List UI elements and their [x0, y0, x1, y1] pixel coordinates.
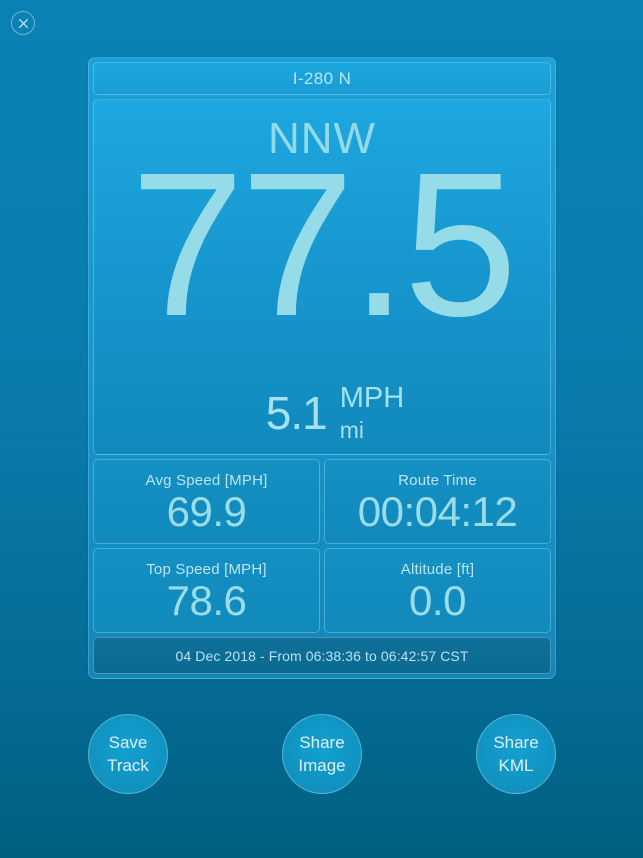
- stat-label: Route Time: [398, 471, 477, 489]
- button-label-line1: Share: [299, 732, 345, 752]
- stat-value: 78.6: [166, 576, 247, 624]
- unit-stack: MPH mi: [340, 384, 404, 442]
- stat-value: 69.9: [166, 487, 247, 535]
- speed-panel: NNW 77.5 5.1 MPH mi: [93, 99, 551, 455]
- stat-value: 00:04:12: [357, 487, 518, 535]
- close-icon: [18, 18, 28, 28]
- route-summary-card: I-280 N NNW 77.5 5.1 MPH mi Avg Speed [M…: [88, 57, 556, 679]
- stat-route-time: Route Time 00:04:12: [324, 459, 551, 544]
- save-track-button[interactable]: Save Track: [88, 714, 168, 794]
- stat-label: Top Speed [MPH]: [146, 560, 267, 578]
- distance-value: 5.1: [265, 387, 328, 439]
- stat-altitude: Altitude [ft] 0.0: [324, 548, 551, 633]
- stats-grid: Avg Speed [MPH] 69.9 Route Time 00:04:12…: [93, 459, 551, 633]
- route-timestamp: 04 Dec 2018 - From 06:38:36 to 06:42:57 …: [93, 637, 551, 674]
- close-button[interactable]: [11, 11, 35, 35]
- stat-top-speed: Top Speed [MPH] 78.6: [93, 548, 320, 633]
- distance-unit-label: mi: [339, 417, 365, 443]
- share-kml-button[interactable]: Share KML: [476, 714, 556, 794]
- action-button-row: Save Track Share Image Share KML: [88, 712, 556, 796]
- stat-label: Avg Speed [MPH]: [145, 471, 268, 489]
- stat-avg-speed: Avg Speed [MPH] 69.9: [93, 459, 320, 544]
- stat-value: 0.0: [409, 576, 466, 624]
- route-title: I-280 N: [93, 62, 551, 95]
- speed-unit-label: MPH: [339, 382, 405, 414]
- button-label-line1: Save: [108, 732, 148, 752]
- stat-label: Altitude [ft]: [400, 560, 475, 578]
- button-label-line2: Track: [107, 756, 149, 775]
- current-speed-value: 77.5: [130, 130, 518, 359]
- share-image-button[interactable]: Share Image: [282, 714, 362, 794]
- button-label-line1: Share: [493, 732, 539, 752]
- button-label-line2: Image: [298, 756, 346, 775]
- button-label-line2: KML: [498, 756, 534, 775]
- distance-row: 5.1 MPH mi: [94, 384, 550, 442]
